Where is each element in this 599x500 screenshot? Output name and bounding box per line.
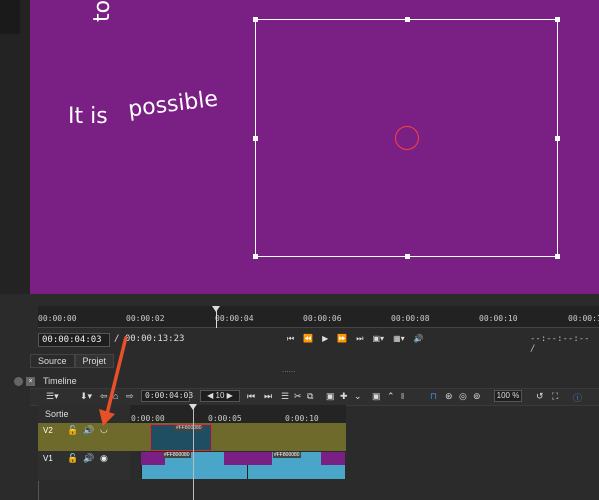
- tab-project[interactable]: Projet: [74, 354, 115, 368]
- resize-handle-bottom[interactable]: [405, 254, 410, 259]
- timeline-ruler-tick: 0:00:10: [285, 414, 319, 423]
- eye-icon[interactable]: ◉: [100, 453, 108, 464]
- ruler-tick: 00:00:08: [391, 314, 430, 323]
- clip-thumbnail: [321, 452, 345, 465]
- ruler-tick: 00:00:12: [568, 314, 599, 323]
- clip-label: #FF800080: [273, 452, 301, 458]
- ruler-tick: 00:00:00: [38, 314, 77, 323]
- dock-float-icon[interactable]: [14, 377, 23, 386]
- output-track-label: Sortie: [45, 409, 69, 419]
- current-timecode-field[interactable]: 00:00:04:03: [38, 333, 110, 347]
- resize-handle-right[interactable]: [555, 136, 560, 141]
- info-icon[interactable]: ⓘ: [573, 391, 582, 404]
- hidden-eye-icon[interactable]: ◡: [100, 424, 108, 435]
- mute-icon[interactable]: 🔊: [83, 425, 94, 436]
- splitter-handle[interactable]: ......: [282, 365, 295, 374]
- timeline-playhead-marker[interactable]: [189, 404, 197, 410]
- preview-gap: [0, 294, 599, 306]
- chevron-up-icon[interactable]: ⌃: [387, 391, 395, 402]
- add-marker-icon[interactable]: ⌂: [113, 391, 118, 401]
- left-panel-block: [0, 0, 20, 34]
- zoom-fit-icon[interactable]: ↺: [536, 391, 544, 402]
- clip-thumbnail: [248, 452, 272, 465]
- lock-icon[interactable]: 🔓: [67, 453, 78, 464]
- video-preview[interactable]: to It is possible: [30, 0, 599, 294]
- ruler-tick: 00:00:06: [303, 314, 342, 323]
- next-marker-icon[interactable]: ⇨: [126, 391, 134, 402]
- overwrite-icon[interactable]: ▣: [372, 391, 381, 402]
- marker-icon[interactable]: ⬇▾: [80, 391, 92, 402]
- playlist-icon[interactable]: ☰: [281, 391, 289, 402]
- clip-label: #FF800080: [163, 452, 191, 458]
- timeline-title: Timeline: [43, 376, 77, 386]
- menu-icon[interactable]: ☰▾: [46, 391, 59, 402]
- out-timecode: --:--:--:-- /: [530, 334, 590, 354]
- lock-icon[interactable]: 🔓: [67, 425, 78, 436]
- resize-handle-tr[interactable]: [555, 17, 560, 22]
- ripple-icon[interactable]: ◎: [459, 391, 467, 402]
- resize-handle-top[interactable]: [405, 17, 410, 22]
- fast-forward-icon[interactable]: ⏩: [337, 334, 347, 346]
- play-icon[interactable]: ▶: [322, 334, 328, 346]
- resize-handle-bl[interactable]: [253, 254, 258, 259]
- toggle-zoom-icon[interactable]: ▣▾: [373, 334, 385, 346]
- divider: [38, 481, 39, 500]
- step-spinbox[interactable]: ◀ 10 ▶: [200, 390, 240, 402]
- volume-icon[interactable]: 🔊: [414, 334, 424, 346]
- ruler-tick: 00:00:10: [479, 314, 518, 323]
- skip-start-icon[interactable]: ⏮: [287, 334, 294, 346]
- timeline-ruler-tick: 0:00:05: [208, 414, 242, 423]
- source-project-tabs: Source Projet: [30, 354, 115, 368]
- preview-text-to: to: [90, 0, 115, 22]
- chevron-down-icon[interactable]: ⌄: [354, 391, 362, 402]
- rotation-center-handle[interactable]: [395, 126, 419, 150]
- transport-controls: ⏮ ⏪ ▶ ⏩ ⏭ ▣▾ ▦▾ 🔊: [287, 334, 424, 346]
- skip-next-icon[interactable]: ⏭: [264, 391, 272, 402]
- clip-label: #FF800080: [174, 425, 204, 431]
- track-label-v1: V1: [43, 454, 53, 463]
- ripple-all-icon[interactable]: ⊚: [473, 391, 481, 402]
- prev-marker-icon[interactable]: ⇦: [100, 391, 108, 402]
- clip-thumbnail: [224, 452, 248, 465]
- fullscreen-icon[interactable]: ⛶: [552, 391, 558, 402]
- cut-icon[interactable]: ✂: [294, 391, 302, 402]
- track-label-v2: V2: [43, 426, 53, 435]
- skip-previous-icon[interactable]: ⏮: [247, 391, 255, 402]
- ruler-tick: 00:00:04: [215, 314, 254, 323]
- resize-handle-left[interactable]: [253, 136, 258, 141]
- resize-handle-tl[interactable]: [253, 17, 258, 22]
- duration-label: / 00:00:13:23: [114, 334, 185, 344]
- preview-ruler[interactable]: 00:00:00 00:00:02 00:00:04 00:00:06 00:0…: [38, 306, 599, 328]
- ruler-tick: 00:00:02: [126, 314, 165, 323]
- dock-close-icon[interactable]: ×: [26, 377, 35, 386]
- zoom-level-field[interactable]: 100 %: [494, 390, 522, 402]
- tab-source[interactable]: Source: [30, 354, 75, 368]
- timeline-ruler-tick: 0:00:00: [131, 414, 165, 423]
- split-icon[interactable]: ⧚: [401, 391, 404, 402]
- grid-icon[interactable]: ▦▾: [393, 334, 405, 346]
- mute-icon[interactable]: 🔊: [83, 453, 94, 464]
- scrub-icon[interactable]: ⊛: [445, 391, 453, 402]
- timeline-playhead[interactable]: [193, 405, 194, 500]
- timeline-timecode-field[interactable]: 0:00:04:03: [141, 390, 193, 402]
- resize-handle-br[interactable]: [555, 254, 560, 259]
- copy-icon[interactable]: ⧉: [307, 391, 313, 402]
- preview-text-it-is: It is: [68, 104, 108, 129]
- clip-thumbnail: [141, 452, 165, 465]
- left-panel-edge: [0, 0, 30, 300]
- rewind-icon[interactable]: ⏪: [303, 334, 313, 346]
- preview-text-possible: possible: [126, 86, 220, 123]
- skip-end-icon[interactable]: ⏭: [356, 334, 363, 346]
- lift-icon[interactable]: ▣: [326, 391, 335, 402]
- ruler-playhead-marker[interactable]: [212, 306, 220, 312]
- snap-magnet-icon[interactable]: ⊓: [430, 391, 437, 402]
- add-icon[interactable]: ✚: [340, 391, 348, 402]
- step-value: 10: [215, 391, 225, 400]
